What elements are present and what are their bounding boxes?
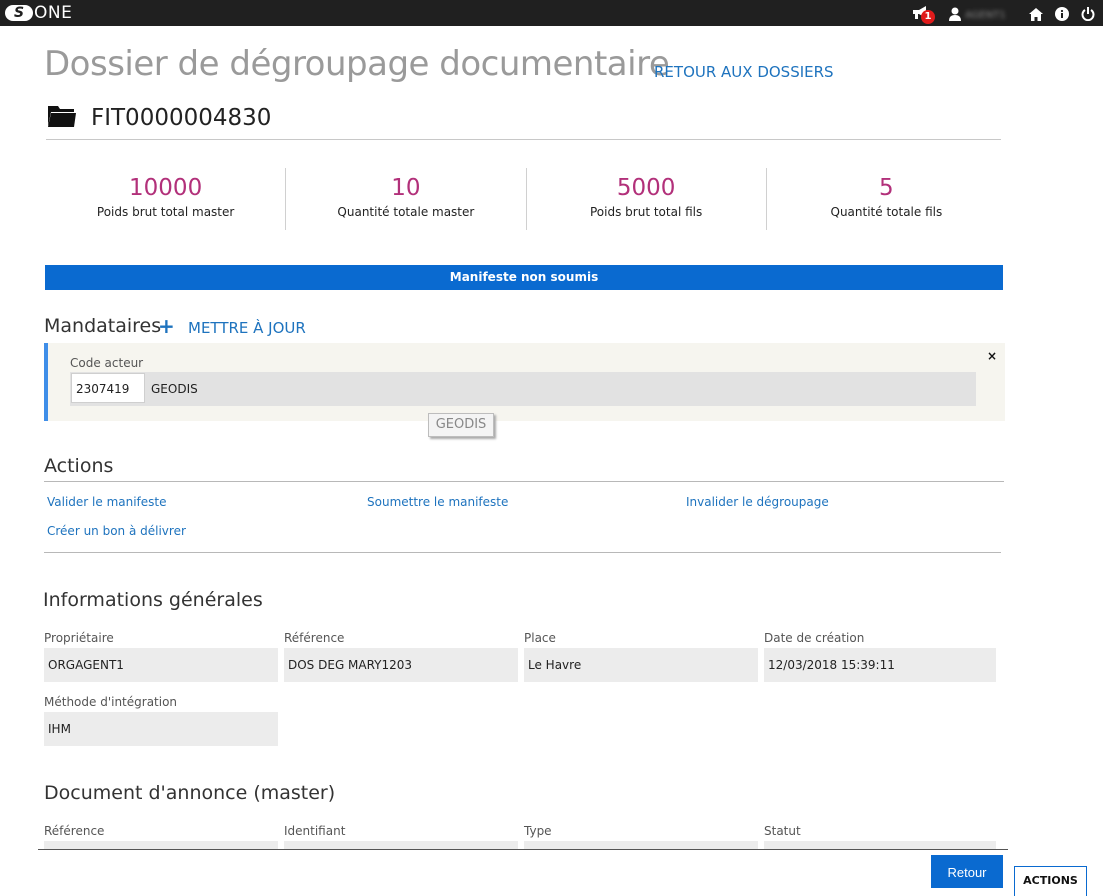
doc-col-type: Type — [524, 824, 552, 838]
submit-manifest-link[interactable]: Soumettre le manifeste — [367, 495, 508, 509]
doc-field-stub — [284, 841, 518, 849]
folder-icon — [48, 104, 76, 132]
stat-label: Quantité totale fils — [830, 205, 943, 219]
doc-col-reference: Référence — [44, 824, 105, 838]
code-acteur-input[interactable]: 2307419 — [71, 373, 145, 403]
status-banner: Manifeste non soumis — [45, 265, 1003, 290]
code-acteur-label: Code acteur — [70, 356, 144, 370]
integration-method-label: Méthode d'intégration — [44, 695, 178, 709]
update-mandataires-link[interactable]: METTRE À JOUR — [188, 319, 306, 337]
integration-method-field: IHM — [44, 712, 278, 746]
stat-value: 10000 — [129, 175, 203, 201]
home-icon[interactable] — [1029, 6, 1043, 25]
mandataires-title: Mandataires — [44, 315, 162, 337]
place-field: Le Havre — [524, 648, 758, 682]
code-acteur-row: 2307419 GEODIS — [70, 372, 976, 406]
back-to-folders-link[interactable]: RETOUR AUX DOSSIERS — [654, 63, 834, 81]
page-title: Dossier de dégroupage documentaire — [44, 44, 670, 84]
add-mandataire-button[interactable]: + — [158, 314, 175, 338]
stat-label: Poids brut total master — [96, 205, 235, 219]
info-title: Informations générales — [43, 589, 263, 611]
doc-field-stub — [44, 841, 278, 849]
stat-label: Quantité totale master — [337, 205, 475, 219]
user-icon[interactable] — [949, 6, 961, 25]
create-delivery-link[interactable]: Créer un bon à délivrer — [47, 524, 186, 538]
actions-button[interactable]: ACTIONS — [1014, 866, 1087, 896]
username[interactable]: AGENT1 — [965, 10, 1017, 21]
retour-button[interactable]: Retour — [931, 855, 1003, 888]
notification-badge: 1 — [921, 10, 935, 24]
actions-title: Actions — [44, 455, 114, 477]
folder-row: FIT0000004830 — [48, 104, 271, 132]
stat-value: 5 — [879, 175, 894, 201]
place-label: Place — [524, 631, 556, 645]
owner-field: ORGAGENT1 — [44, 648, 278, 682]
megaphone-icon[interactable]: 1 — [911, 4, 935, 26]
logo-mark: S — [5, 5, 33, 21]
stat-child-quantity: 5 Quantité totale fils — [767, 168, 1006, 230]
code-acteur-name: GEODIS — [151, 382, 198, 396]
logo-text: ONE — [34, 3, 73, 23]
stat-master-weight: 10000 Poids brut total master — [46, 168, 287, 230]
folder-id: FIT0000004830 — [91, 105, 272, 131]
stat-value: 5000 — [616, 175, 676, 201]
validate-manifest-link[interactable]: Valider le manifeste — [47, 495, 167, 509]
doc-col-identifier: Identifiant — [284, 824, 346, 838]
invalidate-link[interactable]: Invalider le dégroupage — [686, 495, 829, 509]
reference-label: Référence — [284, 631, 345, 645]
doc-col-status: Statut — [764, 824, 801, 838]
stat-master-quantity: 10 Quantité totale master — [286, 168, 527, 230]
mandataire-panel: Code acteur 2307419 GEODIS × — [44, 343, 1005, 421]
owner-label: Propriétaire — [44, 631, 114, 645]
creation-date-field: 12/03/2018 15:39:11 — [764, 648, 996, 682]
doc-field-stub — [764, 841, 996, 849]
footer-divider — [38, 849, 1008, 850]
actions-bottom-divider — [44, 552, 1001, 553]
info-icon[interactable] — [1055, 6, 1069, 25]
tooltip: GEODIS — [428, 413, 494, 437]
header-divider — [46, 139, 1001, 140]
stat-child-weight: 5000 Poids brut total fils — [527, 168, 767, 230]
actions-divider — [44, 481, 1004, 482]
app-logo[interactable]: S ONE — [5, 2, 72, 24]
creation-date-label: Date de création — [764, 631, 865, 645]
stat-label: Poids brut total fils — [590, 205, 703, 219]
top-icons: 1 AGENT1 — [899, 4, 1095, 26]
reference-field: DOS DEG MARY1203 — [284, 648, 518, 682]
top-bar: S ONE 1 AGENT1 — [0, 0, 1103, 26]
power-icon[interactable] — [1081, 6, 1095, 25]
stat-value: 10 — [391, 175, 421, 201]
document-title: Document d'annonce (master) — [44, 782, 336, 804]
doc-field-stub — [524, 841, 758, 849]
close-icon[interactable]: × — [987, 349, 997, 363]
stats-row: 10000 Poids brut total master 10 Quantit… — [46, 168, 1006, 230]
